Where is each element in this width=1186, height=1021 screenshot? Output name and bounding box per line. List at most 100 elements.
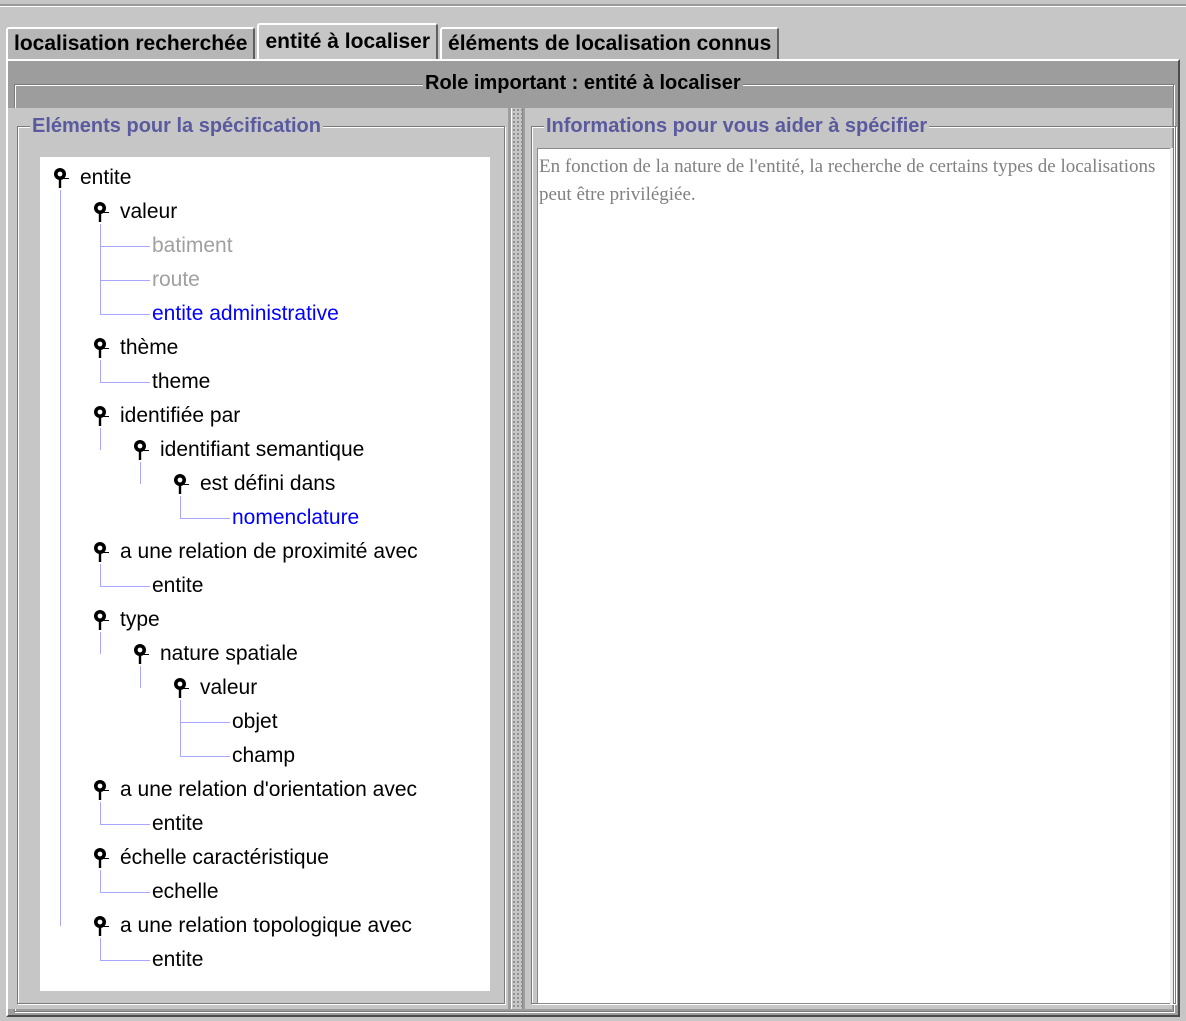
- tree-node[interactable]: batiment: [40, 231, 490, 261]
- tree-connector-line: [100, 824, 150, 825]
- tree-node[interactable]: echelle: [40, 877, 490, 907]
- tree-node[interactable]: entite: [40, 571, 490, 601]
- tree-node[interactable]: thème: [40, 333, 490, 363]
- tree-guide-line: [140, 462, 141, 484]
- tree-node[interactable]: a une relation topologique avec: [40, 911, 490, 941]
- tree-guide-line: [100, 428, 101, 450]
- tree-node[interactable]: entite: [40, 945, 490, 975]
- tree-connector-line: [180, 722, 230, 723]
- tree-node-label: echelle: [152, 880, 219, 903]
- tree-node-label: entite: [80, 166, 132, 189]
- tab-label: localisation recherchée: [14, 32, 248, 55]
- tree-node-label: est défini dans: [200, 472, 336, 495]
- tree-node-label: thème: [120, 336, 179, 359]
- tree-node[interactable]: route: [40, 265, 490, 295]
- tree-node[interactable]: identifiée par: [40, 401, 490, 431]
- tree-node-label: a une relation topologique avec: [120, 914, 412, 937]
- tree-node-label: nature spatiale: [160, 642, 298, 665]
- tree-node[interactable]: est défini dans: [40, 469, 490, 499]
- tree-node[interactable]: objet: [40, 707, 490, 737]
- tab-entite-a-localiser[interactable]: entité à localiser: [257, 23, 439, 59]
- tree-node-label: entite: [152, 574, 204, 597]
- tree-guide-line: [60, 190, 61, 926]
- tree-node[interactable]: valeur: [40, 197, 490, 227]
- tree-node-key-icon[interactable]: [50, 166, 74, 190]
- tree-node[interactable]: nature spatiale: [40, 639, 490, 669]
- tree-node-label: batiment: [152, 234, 233, 257]
- tree-node-label: échelle caractéristique: [120, 846, 329, 869]
- tab-label: éléments de localisation connus: [448, 32, 772, 55]
- tree-guide-line: [100, 632, 101, 654]
- tree-connector-line: [180, 518, 230, 519]
- tree-node[interactable]: a une relation de proximité avec: [40, 537, 490, 567]
- tree-connector-line: [100, 382, 150, 383]
- tree-node-key-icon[interactable]: [90, 404, 114, 428]
- tab-localisation-recherchee[interactable]: localisation recherchée: [6, 27, 256, 59]
- tree-node-key-icon[interactable]: [90, 540, 114, 564]
- tree-guide-line: [100, 564, 101, 586]
- tree-node-label: entite: [152, 948, 204, 971]
- tree-connector-line: [100, 314, 150, 315]
- tree-node-key-icon[interactable]: [90, 914, 114, 938]
- tree-node[interactable]: champ: [40, 741, 490, 771]
- tree-node-label: a une relation de proximité avec: [120, 540, 418, 563]
- tab-elements-de-localisation-connus[interactable]: éléments de localisation connus: [440, 27, 780, 59]
- tree-node-key-icon[interactable]: [90, 778, 114, 802]
- tree-node-key-icon[interactable]: [170, 472, 194, 496]
- tree-node-label: type: [120, 608, 160, 631]
- tree-node-label: identifiant semantique: [160, 438, 365, 461]
- tree-node[interactable]: a une relation d'orientation avec: [40, 775, 490, 805]
- tree-connector-line: [100, 586, 150, 587]
- tree-node-label: champ: [232, 744, 296, 767]
- tree-node[interactable]: entite: [40, 809, 490, 839]
- help-area-edge: [1170, 148, 1173, 1004]
- tree-node[interactable]: theme: [40, 367, 490, 397]
- tree-node-key-icon[interactable]: [170, 676, 194, 700]
- help-title: Informations pour vous aider à spécifier: [544, 113, 930, 139]
- tree-node-label: objet: [232, 710, 278, 733]
- tree-node-label: route: [152, 268, 200, 291]
- tree-node[interactable]: entite administrative: [40, 299, 490, 329]
- tree-node-key-icon[interactable]: [90, 336, 114, 360]
- tree-connector-line: [100, 280, 150, 281]
- help-text-area[interactable]: En fonction de la nature de l'entité, la…: [537, 148, 1171, 1004]
- tree-connector-line: [100, 892, 150, 893]
- tab-label: entité à localiser: [265, 30, 431, 53]
- tree-node-label: valeur: [200, 676, 258, 699]
- tree-connector-line: [100, 960, 150, 961]
- tree-node-label: valeur: [120, 200, 178, 223]
- tree-node-key-icon[interactable]: [90, 200, 114, 224]
- tree-node-key-icon[interactable]: [90, 608, 114, 632]
- tree-guide-line: [100, 938, 101, 960]
- window-top-border: [0, 4, 1186, 7]
- tab-strip: localisation recherchée entité à localis…: [6, 23, 781, 59]
- tree-node[interactable]: échelle caractéristique: [40, 843, 490, 873]
- tree-node-key-icon[interactable]: [130, 642, 154, 666]
- tree-guide-line: [100, 870, 101, 892]
- tree-guide-line: [100, 224, 101, 314]
- help-text: En fonction de la nature de l'entité, la…: [539, 156, 1156, 205]
- tree-guide-line: [100, 360, 101, 382]
- tree-node-key-icon[interactable]: [90, 846, 114, 870]
- tree-node[interactable]: identifiant semantique: [40, 435, 490, 465]
- tree-node-label: theme: [152, 370, 211, 393]
- tree-node-label: nomenclature: [232, 506, 360, 529]
- tree-node-key-icon[interactable]: [130, 438, 154, 462]
- split-pane-divider[interactable]: [511, 108, 523, 1009]
- tree-guide-line: [180, 496, 181, 518]
- specification-title: Eléments pour la spécification: [30, 113, 323, 139]
- tree-node-label: identifiée par: [120, 404, 241, 427]
- tree-node[interactable]: entite: [40, 163, 490, 193]
- tree-guide-line: [180, 700, 181, 756]
- tree-node[interactable]: type: [40, 605, 490, 635]
- tree-node-label: a une relation d'orientation avec: [120, 778, 418, 801]
- tree-connector-line: [180, 756, 230, 757]
- tree-node-label: entite administrative: [152, 302, 339, 325]
- role-title: Role important : entité à localiser: [423, 70, 743, 96]
- tree-node-label: entite: [152, 812, 204, 835]
- tree-guide-line: [140, 666, 141, 688]
- tree-node[interactable]: nomenclature: [40, 503, 490, 533]
- tree-node[interactable]: valeur: [40, 673, 490, 703]
- specification-tree[interactable]: entite valeur batiment route entite administ…: [40, 157, 490, 991]
- tree-connector-line: [100, 246, 150, 247]
